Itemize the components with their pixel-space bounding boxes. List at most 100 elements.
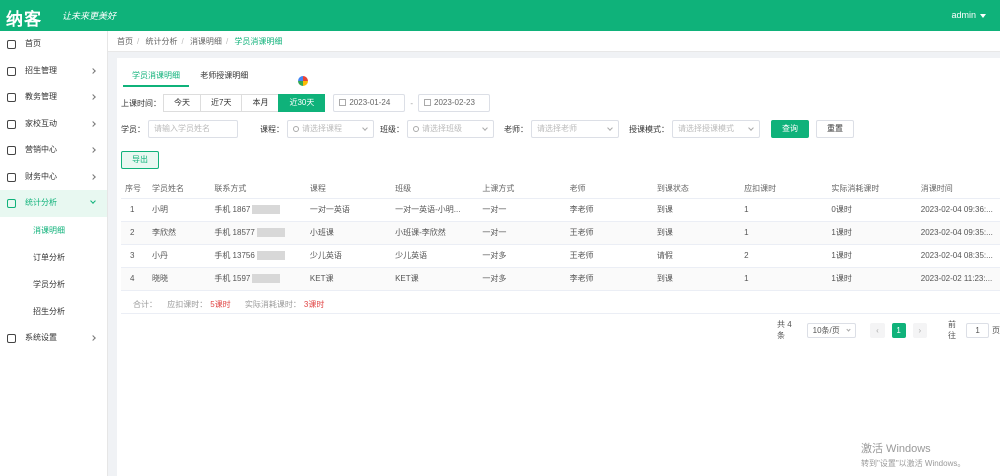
sidebar-item-home-school[interactable]: 家校互动 bbox=[0, 111, 107, 138]
chevron-down-icon bbox=[980, 13, 986, 18]
total-label: 合计： bbox=[133, 300, 157, 309]
next-page-button[interactable]: › bbox=[912, 322, 927, 338]
calendar-icon bbox=[424, 99, 432, 107]
search-filter-row: 学员： 请输入学员姓名 课程： 请选择课程 班级： 请选择班级 老师： 请选择老… bbox=[121, 120, 854, 138]
sidebar-item-marketing[interactable]: 营销中心 bbox=[0, 137, 107, 164]
chevron-right-icon bbox=[90, 147, 96, 153]
page-size-select[interactable]: 10条/页 bbox=[806, 322, 857, 338]
breadcrumb-home[interactable]: 首页 bbox=[117, 37, 133, 46]
total-count: 共 4 条 bbox=[777, 320, 792, 340]
col-teacher: 老师 bbox=[565, 179, 653, 199]
table-row: 3 小丹 手机 13756 少儿英语 少儿英语 一对多 王老师 请假 2 1课时… bbox=[121, 244, 1000, 268]
windows-activation-watermark: 激活 Windows 转到"设置"以激活 Windows。 bbox=[861, 440, 965, 469]
col-actual-hours: 实际消耗课时 bbox=[827, 179, 917, 199]
tab-teacher-consumption[interactable]: 老师授课明细 bbox=[191, 67, 257, 85]
sidebar-item-home[interactable]: 首页 bbox=[0, 31, 107, 58]
chevron-down-icon bbox=[607, 125, 613, 131]
sidebar: 首页 招生管理 教务管理 家校互动 营销中心 财务中心 统计分析 消课明细 订单… bbox=[0, 31, 108, 476]
col-time: 消课时间 bbox=[916, 179, 1000, 199]
table-header-row: 序号 学员姓名 联系方式 课程 班级 上课方式 老师 到课状态 应扣课时 实际消… bbox=[121, 179, 1000, 199]
chevron-down-icon bbox=[90, 198, 96, 204]
actual-hours-value: 3课时 bbox=[303, 300, 325, 309]
tab-bar: 学员消课明细 老师授课明细 bbox=[123, 67, 257, 87]
chevron-right-icon bbox=[90, 173, 96, 180]
mode-select[interactable]: 请选择授课模式 bbox=[672, 120, 760, 138]
search-button[interactable]: 查询 bbox=[771, 120, 809, 138]
sidebar-subitem-consumption[interactable]: 消课明细 bbox=[0, 217, 107, 244]
teacher-select[interactable]: 请选择老师 bbox=[531, 120, 619, 138]
course-select[interactable]: 请选择课程 bbox=[287, 120, 374, 138]
today-button[interactable]: 今天 bbox=[163, 94, 201, 112]
top-bar: 纳客 让未来更美好 admin bbox=[0, 0, 1000, 31]
teacher-label: 老师： bbox=[504, 124, 528, 134]
col-student-name: 学员姓名 bbox=[148, 179, 211, 199]
col-attendance: 到课状态 bbox=[652, 179, 741, 199]
home-icon bbox=[7, 40, 16, 49]
message-icon bbox=[7, 119, 16, 129]
reset-button[interactable]: 重置 bbox=[816, 120, 854, 138]
chevron-down-icon bbox=[748, 125, 754, 131]
col-course: 课程 bbox=[305, 179, 392, 199]
compass-icon bbox=[7, 146, 16, 155]
export-row: 导出 bbox=[121, 151, 159, 169]
course-label: 课程： bbox=[260, 124, 284, 134]
end-date-input[interactable]: 2023-02-23 bbox=[418, 94, 491, 112]
sidebar-item-academic[interactable]: 教务管理 bbox=[0, 84, 107, 111]
start-date-input[interactable]: 2023-01-24 bbox=[333, 94, 406, 112]
col-mode: 上课方式 bbox=[478, 179, 566, 199]
main-panel: 学员消课明细 老师授课明细 上课时间： 今天 近7天 本月 近30天 2023-… bbox=[117, 58, 1000, 476]
search-icon bbox=[293, 125, 299, 132]
page-number-current[interactable]: 1 bbox=[891, 322, 906, 338]
sidebar-item-enrollment[interactable]: 招生管理 bbox=[0, 58, 107, 85]
last-30-days-button[interactable]: 近30天 bbox=[278, 94, 326, 112]
chevron-down-icon bbox=[482, 125, 488, 131]
tab-student-consumption[interactable]: 学员消课明细 bbox=[123, 67, 189, 87]
chevron-right-icon bbox=[90, 94, 96, 100]
prev-page-button[interactable]: ‹ bbox=[870, 322, 885, 338]
floating-badge-icon bbox=[296, 74, 310, 88]
sidebar-subitem-enrollment[interactable]: 招生分析 bbox=[0, 298, 107, 325]
sidebar-item-settings[interactable]: 系统设置 bbox=[0, 325, 107, 352]
student-search-input[interactable]: 请输入学员姓名 bbox=[148, 120, 238, 138]
username: admin bbox=[951, 10, 976, 20]
sidebar-subitem-students[interactable]: 学员分析 bbox=[0, 271, 107, 298]
search-icon bbox=[413, 125, 419, 132]
class-label: 班级： bbox=[380, 124, 404, 134]
col-contact: 联系方式 bbox=[210, 179, 306, 199]
goto-label: 前往 bbox=[947, 320, 956, 340]
sidebar-item-finance[interactable]: 财务中心 bbox=[0, 164, 107, 191]
chevron-right-icon bbox=[90, 334, 96, 341]
pagination: 共 4 条 10条/页 ‹ 1 › 前往 1 页 bbox=[777, 319, 1000, 341]
breadcrumb-consumption[interactable]: 消课明细 bbox=[190, 37, 222, 46]
goto-page-input[interactable]: 1 bbox=[966, 322, 989, 338]
col-due-hours: 应扣课时 bbox=[740, 179, 828, 199]
redacted-block bbox=[256, 251, 285, 261]
this-month-button[interactable]: 本月 bbox=[241, 94, 280, 112]
table-row: 4 晓晓 手机 1597 KET课 KET课 一对多 李老师 到课 1 1课时 … bbox=[121, 267, 1000, 291]
chevron-down-icon bbox=[846, 326, 851, 332]
redacted-block bbox=[256, 228, 285, 238]
col-index: 序号 bbox=[121, 179, 148, 199]
time-range-buttons: 今天 近7天 本月 近30天 bbox=[163, 94, 326, 112]
last-7-days-button[interactable]: 近7天 bbox=[200, 94, 243, 112]
export-button[interactable]: 导出 bbox=[121, 151, 159, 169]
slogan: 让未来更美好 bbox=[62, 12, 117, 22]
col-class: 班级 bbox=[391, 179, 479, 199]
actual-hours-label: 实际消耗课时： bbox=[244, 300, 301, 309]
breadcrumb-current: 学员消课明细 bbox=[234, 37, 283, 46]
page-unit-label: 页 bbox=[991, 325, 1000, 335]
sidebar-subitem-orders[interactable]: 订单分析 bbox=[0, 244, 107, 271]
class-select[interactable]: 请选择班级 bbox=[407, 120, 494, 138]
wallet-icon bbox=[7, 172, 16, 182]
mode-label: 授课模式： bbox=[629, 124, 669, 134]
breadcrumb-statistics[interactable]: 统计分析 bbox=[145, 37, 177, 46]
user-menu[interactable]: admin bbox=[951, 10, 986, 20]
breadcrumb: 首页 / 统计分析 / 消课明细 / 学员消课明细 bbox=[108, 31, 1000, 52]
time-label: 上课时间： bbox=[121, 98, 161, 108]
book-icon bbox=[7, 93, 16, 102]
time-filter-row: 上课时间： 今天 近7天 本月 近30天 2023-01-24 - 2023-0… bbox=[121, 94, 491, 112]
sidebar-item-statistics[interactable]: 统计分析 bbox=[0, 190, 107, 217]
student-label: 学员： bbox=[121, 124, 145, 134]
chevron-right-icon bbox=[90, 67, 96, 74]
calendar-icon bbox=[7, 66, 16, 76]
